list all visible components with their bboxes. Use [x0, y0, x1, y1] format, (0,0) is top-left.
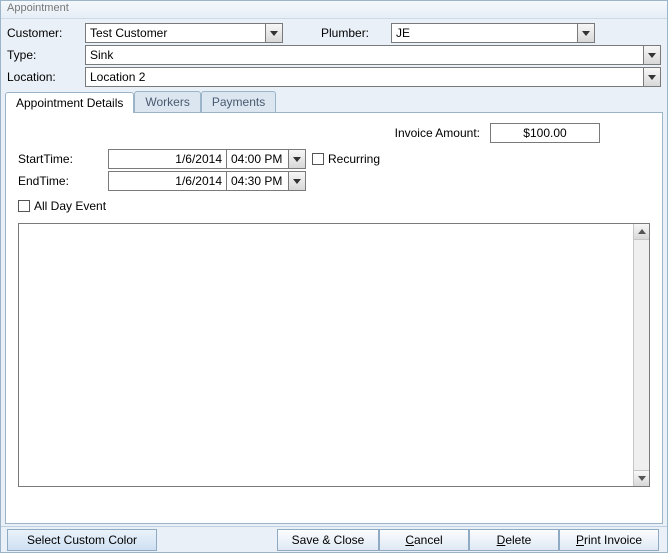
tab-payments[interactable]: Payments	[201, 91, 276, 112]
notes-textarea[interactable]	[19, 224, 633, 486]
notes-area	[18, 223, 650, 487]
start-time-input[interactable]	[226, 149, 288, 169]
print-invoice-button[interactable]: Print Invoice	[559, 529, 659, 551]
end-time-dropdown-button[interactable]	[288, 171, 306, 191]
notes-scrollbar[interactable]	[633, 224, 649, 486]
invoice-amount-label: Invoice Amount:	[395, 126, 480, 140]
endtime-label: EndTime:	[18, 174, 108, 188]
plumber-combo[interactable]	[391, 23, 595, 43]
customer-combo[interactable]	[85, 23, 283, 43]
scroll-up-button[interactable]	[634, 224, 649, 240]
type-combo[interactable]	[85, 45, 661, 65]
location-label: Location:	[7, 70, 85, 84]
save-close-button[interactable]: Save & Close	[277, 529, 379, 551]
tabs: Appointment Details Workers Payments Inv…	[5, 91, 663, 524]
chevron-up-icon	[638, 229, 646, 234]
window-title: Appointment	[1, 1, 667, 19]
chevron-down-icon	[293, 179, 301, 184]
tab-workers[interactable]: Workers	[134, 91, 200, 112]
location-input[interactable]	[85, 67, 643, 87]
location-dropdown-button[interactable]	[643, 67, 661, 87]
chevron-down-icon	[648, 75, 656, 80]
chevron-down-icon	[293, 157, 301, 162]
cancel-button[interactable]: Cancel	[379, 529, 469, 551]
chevron-down-icon	[648, 53, 656, 58]
end-time-input[interactable]	[226, 171, 288, 191]
tab-details[interactable]: Appointment Details	[5, 92, 134, 113]
tab-panel-details: Invoice Amount: StartTime: Recurring En	[5, 112, 663, 524]
start-time-dropdown-button[interactable]	[288, 149, 306, 169]
start-date-input[interactable]	[108, 149, 226, 169]
appointment-window: Appointment Customer: Plumber: Type: Loc…	[0, 0, 668, 553]
customer-label: Customer:	[7, 26, 85, 40]
header-form: Customer: Plumber: Type: Location:	[1, 19, 667, 87]
recurring-checkbox[interactable]: Recurring	[312, 152, 380, 166]
scroll-down-button[interactable]	[634, 470, 649, 486]
end-date-input[interactable]	[108, 171, 226, 191]
chevron-down-icon	[638, 476, 646, 481]
checkbox-icon	[312, 153, 324, 165]
recurring-label: Recurring	[328, 152, 380, 166]
type-input[interactable]	[85, 45, 643, 65]
button-bar: Select Custom Color Save & Close Cancel …	[1, 526, 667, 552]
plumber-dropdown-button[interactable]	[577, 23, 595, 43]
select-custom-color-button[interactable]: Select Custom Color	[7, 529, 157, 551]
customer-input[interactable]	[85, 23, 265, 43]
delete-button[interactable]: Delete	[469, 529, 559, 551]
location-combo[interactable]	[85, 67, 661, 87]
invoice-amount-input[interactable]	[490, 123, 600, 143]
starttime-label: StartTime:	[18, 152, 108, 166]
chevron-down-icon	[582, 31, 590, 36]
checkbox-icon	[18, 200, 30, 212]
plumber-input[interactable]	[391, 23, 577, 43]
end-time-combo[interactable]	[226, 171, 306, 191]
allday-label: All Day Event	[34, 199, 106, 213]
plumber-label: Plumber:	[321, 26, 391, 40]
chevron-down-icon	[270, 31, 278, 36]
type-dropdown-button[interactable]	[643, 45, 661, 65]
start-time-combo[interactable]	[226, 149, 306, 169]
customer-dropdown-button[interactable]	[265, 23, 283, 43]
allday-checkbox[interactable]: All Day Event	[18, 199, 106, 213]
type-label: Type:	[7, 48, 85, 62]
